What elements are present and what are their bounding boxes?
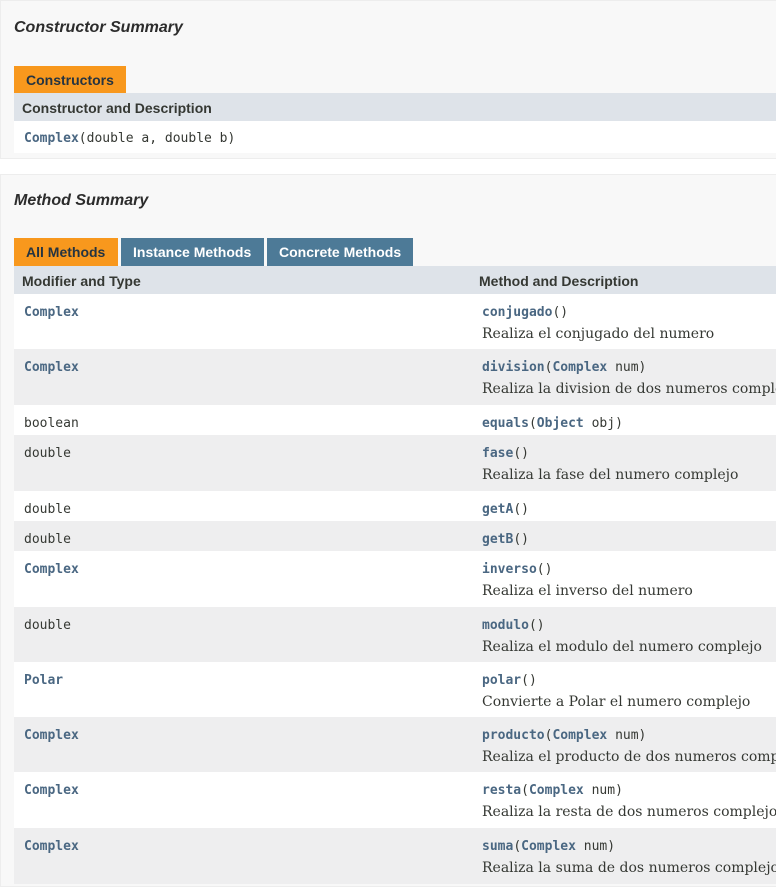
constructor-signature: Complex(double a, double b) (24, 131, 235, 146)
param-name: num) (607, 360, 647, 375)
table-row: double getB() (14, 521, 776, 551)
method-signature: conjugado() (482, 305, 568, 320)
method-description: Realiza la division de dos numeros compl… (482, 381, 776, 397)
method-paren: () (513, 502, 529, 517)
param-name: num) (607, 728, 647, 743)
tab-constructors[interactable]: Constructors (14, 66, 126, 94)
table-row: Complex producto(Complex num) Realiza el p… (14, 717, 776, 772)
method-signature: polar() (482, 673, 537, 688)
method-paren: () (513, 446, 529, 461)
method-description: Realiza el conjugado del numero (482, 326, 715, 342)
method-paren: () (521, 673, 537, 688)
method-link[interactable]: conjugado (482, 305, 552, 320)
method-table-header: Modifier and Type Method and Description (14, 266, 776, 294)
method-link[interactable]: getB (482, 532, 513, 547)
method-paren: ( (521, 783, 529, 798)
table-row: double getA() (14, 491, 776, 521)
return-type: double (24, 446, 71, 461)
param-type-link[interactable]: Complex (552, 728, 607, 743)
method-link[interactable]: division (482, 360, 545, 375)
return-type-link[interactable]: Complex (24, 305, 79, 320)
method-summary-title: Method Summary (14, 192, 149, 209)
method-header: Method and Description (479, 273, 639, 289)
table-row: double modulo() Realiza el modulo del nume… (14, 607, 776, 662)
method-link[interactable]: producto (482, 728, 545, 743)
constructor-row: Complex(double a, double b) (14, 121, 776, 153)
modifier-header: Modifier and Type (22, 273, 141, 289)
method-paren: ( (513, 839, 522, 854)
method-description: Convierte a Polar el numero complejo (482, 694, 751, 710)
table-row: Complex suma(Complex num) Realiza la suma … (14, 828, 776, 884)
method-paren: () (513, 532, 529, 547)
method-link[interactable]: equals (482, 416, 529, 431)
tab-instance-methods[interactable]: Instance Methods (121, 238, 264, 266)
tab-all-methods[interactable]: All Methods (14, 238, 118, 266)
method-link[interactable]: getA (482, 502, 513, 517)
table-row: boolean equals(Object obj) (14, 405, 776, 435)
table-row: double fase() Realiza la fase del numero c… (14, 435, 776, 491)
method-description: Realiza el producto de dos numeros compl… (482, 749, 776, 765)
method-link[interactable]: suma (482, 839, 513, 854)
table-row: Complex inverso() Realiza el inverso del n… (14, 551, 776, 607)
tab-concrete-methods[interactable]: Concrete Methods (267, 238, 413, 266)
method-link[interactable]: modulo (482, 618, 529, 633)
return-type: boolean (24, 416, 79, 431)
method-paren: () (528, 618, 545, 633)
method-signature: inverso() (482, 562, 552, 577)
method-signature: division(Complex num) (482, 360, 646, 375)
method-signature: getA() (482, 502, 529, 517)
method-paren: ( (528, 416, 537, 431)
param-type-link[interactable]: Complex (521, 839, 576, 854)
method-signature: fase() (482, 446, 529, 461)
param-type-link[interactable]: Object (537, 416, 584, 431)
return-type-link[interactable]: Complex (24, 728, 79, 743)
table-row: Complex division(Complex num) Realiza la d… (14, 349, 776, 405)
param-type-link[interactable]: Complex (529, 783, 584, 798)
method-signature: modulo() (482, 618, 545, 633)
method-description: Realiza la fase del numero complejo (482, 467, 739, 483)
method-summary-section: Method Summary All Methods Instance Meth… (0, 174, 776, 887)
table-row: Complex resta(Complex num) Realiza la rest… (14, 772, 776, 828)
return-type: double (24, 618, 71, 633)
return-type: double (24, 502, 71, 517)
return-type-link[interactable]: Complex (24, 360, 79, 375)
return-type-link[interactable]: Complex (24, 562, 79, 577)
method-description: Realiza el inverso del numero (482, 583, 693, 599)
constructor-params: (double a, double b) (78, 131, 236, 146)
method-signature: resta(Complex num) (482, 783, 623, 798)
method-link[interactable]: resta (482, 783, 521, 798)
constructor-header-label: Constructor and Description (22, 100, 212, 116)
method-paren: () (536, 562, 553, 577)
constructor-table-header: Constructor and Description (14, 93, 776, 121)
param-name: num) (583, 783, 623, 798)
return-type-link[interactable]: Complex (24, 783, 79, 798)
table-row: Polar polar() Convierte a Polar el numero … (14, 662, 776, 717)
method-link[interactable]: polar (482, 673, 521, 688)
constructor-link[interactable]: Complex (24, 131, 79, 146)
method-description: Realiza la resta de dos numeros complejo… (482, 804, 776, 820)
method-description: Realiza el modulo del numero complejo (482, 639, 762, 655)
param-name: obj) (583, 416, 623, 431)
method-description: Realiza la suma de dos numeros complejos (482, 860, 776, 876)
method-signature: getB() (482, 532, 529, 547)
return-type-link[interactable]: Complex (24, 839, 79, 854)
table-row: Complex conjugado() Realiza el conjugado d… (14, 294, 776, 349)
method-paren: () (552, 305, 569, 320)
return-type-link[interactable]: Polar (24, 673, 63, 688)
method-signature: suma(Complex num) (482, 839, 615, 854)
method-signature: equals(Object obj) (482, 416, 623, 431)
method-signature: producto(Complex num) (482, 728, 646, 743)
return-type: double (24, 532, 71, 547)
param-type-link[interactable]: Complex (552, 360, 607, 375)
method-link[interactable]: inverso (482, 562, 537, 577)
method-link[interactable]: fase (482, 446, 513, 461)
constructor-summary-section: Constructor Summary Constructors Constru… (0, 0, 776, 159)
constructor-summary-title: Constructor Summary (14, 19, 183, 36)
param-name: num) (575, 839, 616, 854)
